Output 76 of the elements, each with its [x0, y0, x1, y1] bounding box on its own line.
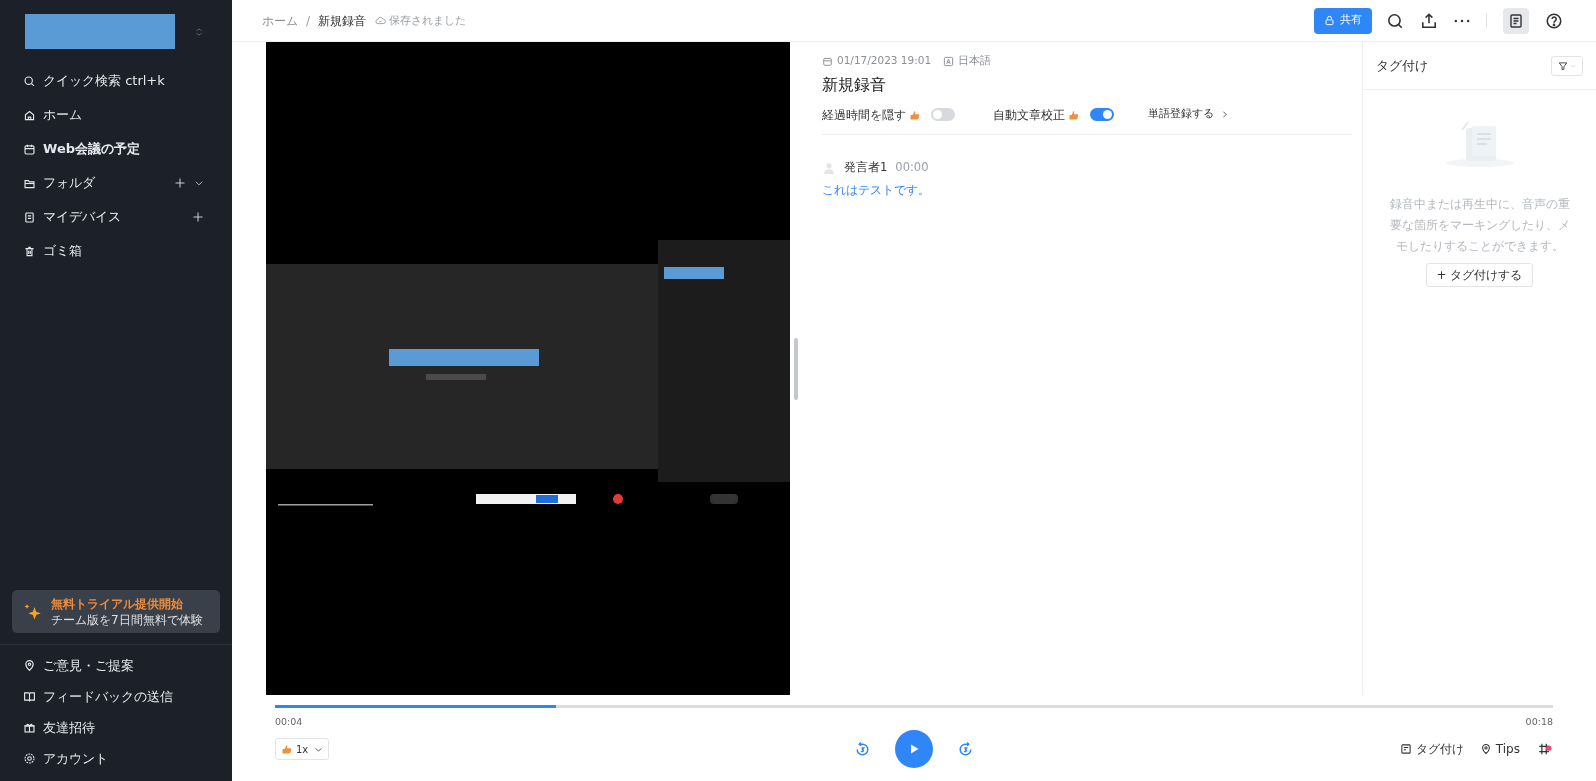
trial-title: 無料トライアル提供開始: [51, 595, 184, 612]
sidebar-item[interactable]: マイデバイス: [0, 200, 232, 234]
plus-icon: [192, 211, 204, 223]
avatar-icon: [822, 160, 836, 175]
device-icon: [23, 210, 36, 224]
add-tag-button[interactable]: + タグ付けする: [1425, 263, 1534, 287]
tips-button[interactable]: Tips: [1479, 740, 1520, 759]
rewind-icon: [854, 740, 871, 758]
language-icon: [943, 55, 955, 67]
trial-banner[interactable]: 無料トライアル提供開始 チーム版を7日間無料で体験: [12, 590, 220, 633]
progress-track[interactable]: [275, 705, 1553, 708]
speed-dropdown[interactable]: 1x: [275, 738, 330, 761]
sidebar-item[interactable]: クイック検索 ctrl+k: [0, 64, 232, 98]
trash-icon: [23, 244, 36, 258]
sidebar-item[interactable]: アカウント: [0, 743, 232, 774]
recording-language: 日本語: [958, 53, 992, 69]
chevron-down-icon: [1570, 62, 1576, 69]
hand-icon: [909, 108, 921, 121]
settings-icon: [23, 752, 36, 765]
toggle-switch[interactable]: [1090, 108, 1114, 121]
total-time: 00:18: [1525, 715, 1553, 729]
breadcrumb-link[interactable]: ホーム: [262, 11, 298, 30]
recording-title: 新規録音: [822, 74, 887, 95]
panel-title: タグ付け: [1376, 56, 1428, 75]
breadcrumb-separator: /: [306, 12, 311, 30]
sidebar-item[interactable]: ゴミ箱: [0, 234, 232, 268]
plus-icon: [174, 177, 186, 189]
calendar-icon: [23, 142, 36, 156]
notes-toggle-button[interactable]: [1503, 7, 1529, 34]
search-icon: [1386, 11, 1404, 30]
toggle-label: 経過時間を隠す: [822, 106, 906, 124]
upload-icon: [1420, 11, 1438, 30]
chevron-down-icon: [194, 178, 204, 188]
share-button[interactable]: 共有: [1314, 7, 1372, 34]
sidebar-item[interactable]: ご意見・ご提案: [0, 650, 232, 681]
location-pin-icon: [1479, 743, 1492, 756]
sidebar-item[interactable]: フォルダ: [0, 166, 232, 200]
sidebar-item[interactable]: Web会議の予定: [0, 132, 232, 166]
location-pin-icon: [23, 659, 36, 672]
empty-state-text: 録音中または再生中に、音声の重要な箇所をマーキングしたり、メモしたりすることができます。: [1388, 196, 1571, 255]
help-icon: [1545, 11, 1563, 30]
cloud-check-icon: [375, 15, 387, 26]
book-icon: [23, 690, 36, 703]
sidebar-item[interactable]: 友達招待: [0, 712, 232, 743]
filter-button[interactable]: [1551, 55, 1583, 76]
timestamp: 00:00: [895, 159, 929, 176]
note-icon: [1399, 743, 1412, 756]
shortcut-icon: [1536, 742, 1553, 757]
transcript-text: これはテストです。: [822, 182, 931, 200]
filter-icon: [1558, 60, 1568, 71]
speaker-name: 発言者1: [844, 159, 888, 176]
more-icon: [1454, 18, 1470, 23]
word-register-link[interactable]: 単語登録する: [1148, 106, 1229, 123]
hand-icon: [281, 743, 293, 756]
home-icon: [23, 108, 36, 122]
resize-handle[interactable]: [794, 338, 798, 400]
document-icon: [1508, 12, 1524, 29]
chevron-right-icon: [1220, 110, 1229, 119]
play-button[interactable]: [895, 730, 933, 769]
search-icon: [23, 74, 36, 88]
toggle-switch[interactable]: [931, 108, 955, 121]
hand-icon: [1068, 108, 1080, 121]
play-icon: [908, 743, 920, 756]
calendar-icon: [822, 55, 833, 67]
trial-subtitle: チーム版を7日間無料で体験: [51, 611, 203, 628]
sidebar-item[interactable]: フィードバックの送信: [0, 681, 232, 712]
tag-button[interactable]: タグ付け: [1399, 740, 1464, 759]
toggle-label: 自動文章校正: [993, 106, 1065, 124]
recording-date: 01/17/2023 19:01: [837, 53, 932, 69]
elapsed-time: 00:04: [275, 715, 303, 729]
gift-icon: [23, 721, 36, 734]
forward-icon: [957, 740, 974, 758]
save-status: 保存されました: [389, 12, 467, 28]
lock-icon: [1324, 15, 1335, 26]
breadcrumb-link[interactable]: 新規録音: [318, 11, 367, 30]
sidebar-item[interactable]: ホーム: [0, 98, 232, 132]
